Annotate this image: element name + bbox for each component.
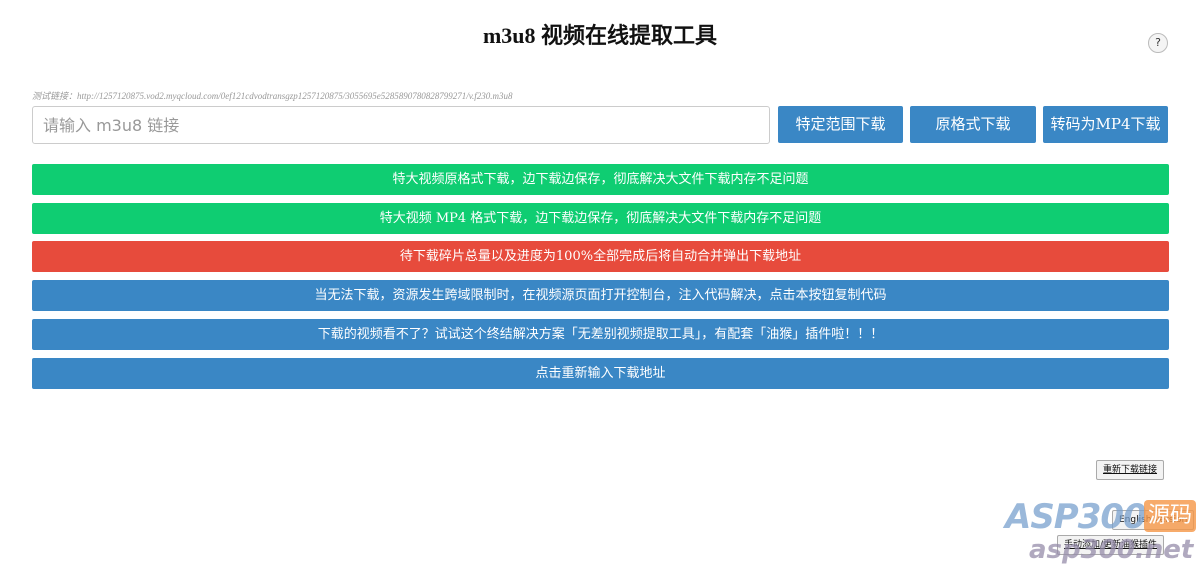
reload-link-button[interactable]: 重新下载链接 [1096,460,1165,480]
help-button[interactable]: ? [1148,33,1168,53]
stream-original-download-bar[interactable]: 特大视频原格式下载，边下载边保存，彻底解决大文件下载内存不足问题 [32,164,1169,195]
reenter-url-bar[interactable]: 点击重新输入下载地址 [32,358,1169,389]
english-version-button[interactable]: English version [1112,510,1195,530]
original-format-download-button[interactable]: 原格式下载 [910,106,1036,143]
page-title: m3u8 视频在线提取工具 [482,23,718,48]
m3u8-url-input[interactable] [32,106,770,144]
universal-extractor-bar[interactable]: 下载的视频看不了？试试这个终结解决方案「无差别视频提取工具」，有配套「油猴」插件… [32,319,1169,350]
progress-status-bar: 待下载碎片总量以及进度为100%全部完成后将自动合并弹出下载地址 [32,241,1169,272]
convert-mp4-download-button[interactable]: 转码为MP4下载 [1043,106,1168,143]
stream-mp4-download-bar[interactable]: 特大视频 MP4 格式下载，边下载边保存，彻底解决大文件下载内存不足问题 [32,203,1169,234]
copy-cors-code-bar[interactable]: 当无法下载，资源发生跨域限制时，在视频源页面打开控制台，注入代码解决，点击本按钮… [32,280,1169,311]
plugin-button[interactable]: 手动添加/更新油猴插件 [1057,535,1165,555]
test-link-text: 测试链接：http://1257120875.vod2.myqcloud.com… [32,91,513,101]
range-download-button[interactable]: 特定范围下载 [778,106,903,143]
page: m3u8 视频在线提取工具 ? 测试链接：http://1257120875.v… [0,0,1200,574]
